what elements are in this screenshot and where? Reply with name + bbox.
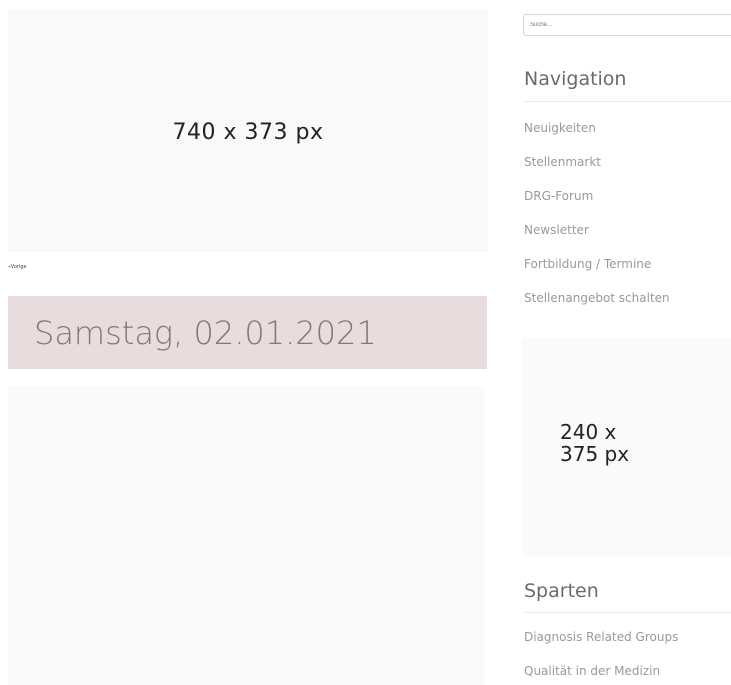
sparten-link-qualitaet[interactable]: Qualität in der Medizin: [524, 664, 660, 678]
nav-item-stellenmarkt: Stellenmarkt: [524, 152, 670, 186]
sparten-item-drg: Diagnosis Related Groups: [524, 627, 678, 661]
sparten-link-drg[interactable]: Diagnosis Related Groups: [524, 630, 678, 644]
nav-link-newsletter[interactable]: Newsletter: [524, 223, 589, 237]
navigation-list: Neuigkeiten Stellenmarkt DRG-Forum Newsl…: [524, 118, 670, 322]
sidebar-banner-line2: 375 px: [560, 442, 630, 466]
date-heading: Samstag, 02.01.2021: [34, 313, 377, 352]
nav-item-stellenangebot: Stellenangebot schalten: [524, 288, 670, 322]
sparten-item-qualitaet: Qualität in der Medizin: [524, 661, 678, 685]
top-banner-size-text: 740 x 373 px: [172, 119, 324, 145]
nav-item-neuigkeiten: Neuigkeiten: [524, 118, 670, 152]
nav-item-drg-forum: DRG-Forum: [524, 186, 670, 220]
sidebar-banner-placeholder[interactable]: 240 x 375 px: [522, 338, 731, 556]
nav-link-fortbildung[interactable]: Fortbildung / Termine: [524, 257, 651, 271]
nav-item-fortbildung: Fortbildung / Termine: [524, 254, 670, 288]
content-placeholder: [8, 386, 484, 685]
date-header: Samstag, 02.01.2021: [8, 296, 487, 369]
search-input[interactable]: [523, 14, 731, 36]
top-banner-placeholder[interactable]: 740 x 373 px: [8, 10, 488, 252]
nav-link-drg-forum[interactable]: DRG-Forum: [524, 189, 593, 203]
navigation-divider: [524, 101, 731, 102]
nav-link-neuigkeiten[interactable]: Neuigkeiten: [524, 121, 596, 135]
sidebar-banner-size-text: 240 x 375 px: [560, 421, 650, 465]
nav-item-newsletter: Newsletter: [524, 220, 670, 254]
sidebar-banner-line1: 240 x: [560, 420, 617, 444]
sparten-divider: [524, 612, 731, 613]
sparten-list: Diagnosis Related Groups Qualität in der…: [524, 627, 678, 685]
nav-link-stellenangebot[interactable]: Stellenangebot schalten: [524, 291, 670, 305]
page: 740 x 373 px «Vorige Samstag, 02.01.2021…: [0, 0, 731, 685]
navigation-heading: Navigation: [524, 68, 627, 90]
previous-link[interactable]: «Vorige: [8, 264, 27, 270]
sparten-heading: Sparten: [524, 580, 599, 602]
nav-link-stellenmarkt[interactable]: Stellenmarkt: [524, 155, 601, 169]
